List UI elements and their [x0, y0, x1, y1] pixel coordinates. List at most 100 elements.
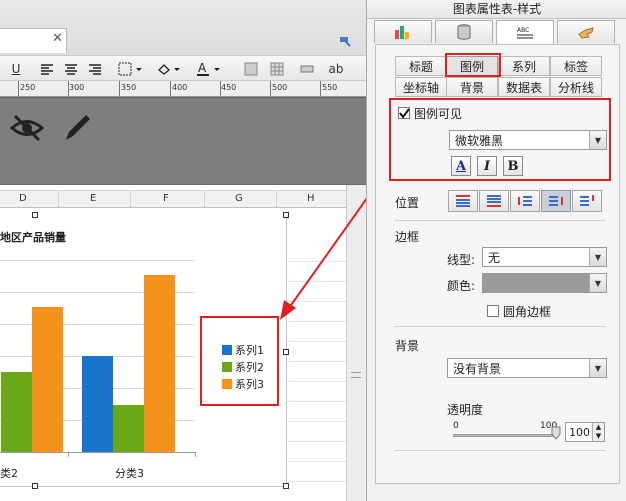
resize-handle[interactable]	[283, 483, 289, 489]
subtab-title[interactable]: 标题	[395, 56, 447, 76]
rounded-border-label: 圆角边框	[503, 305, 552, 319]
background-label: 背景	[395, 339, 420, 353]
chevron-down-icon: ▼	[589, 131, 606, 149]
transparency-value: 100	[569, 425, 590, 439]
svg-text:A: A	[198, 61, 207, 75]
column-header[interactable]: D	[19, 193, 27, 204]
position-label: 位置	[395, 196, 420, 210]
ruler: 250 300 350 400 450 500 550	[0, 81, 366, 97]
bar-系列1-分类3[interactable]	[82, 356, 113, 452]
legend-swatch	[222, 362, 232, 372]
border-dropdown-icon[interactable]	[116, 60, 146, 78]
format-toolbar: U A ab	[0, 55, 366, 81]
stepper-arrows-icon[interactable]: ▲ ▼	[592, 423, 604, 441]
tab-interaction[interactable]	[557, 20, 615, 43]
italic-button[interactable]: I	[477, 156, 497, 176]
abc-text-icon: ABC	[517, 27, 533, 38]
underline-button[interactable]: U	[7, 60, 25, 78]
chart-legend[interactable]: 系列1 系列2 系列3	[200, 316, 279, 406]
checkmark-icon	[399, 108, 410, 119]
border-label: 边框	[395, 230, 420, 244]
legend-swatch	[222, 379, 232, 389]
svg-text:ABC: ABC	[517, 27, 529, 34]
legend-label: 系列3	[235, 378, 264, 391]
font-select-value: 微软雅黑	[455, 133, 504, 148]
divider	[394, 220, 606, 221]
merge-cells-icon[interactable]	[298, 60, 316, 78]
rounded-border-checkbox[interactable]	[487, 305, 499, 317]
tab-style[interactable]: ABC	[496, 20, 554, 44]
column-header[interactable]: E	[90, 193, 96, 204]
ruler-mark: 550	[322, 83, 338, 92]
transparency-stepper[interactable]: 100 ▲ ▼	[565, 422, 605, 442]
highlight-box	[445, 53, 501, 77]
resize-handle[interactable]	[283, 349, 289, 355]
legend-right-icon	[549, 196, 563, 206]
font-color-icon[interactable]: A	[194, 60, 224, 78]
scrollbar-grip[interactable]	[351, 372, 361, 378]
hide-eye-icon[interactable]	[10, 113, 44, 143]
panel-main-tabs: ABC	[374, 19, 620, 44]
position-top-button[interactable]	[448, 190, 478, 212]
line-type-select[interactable]: 无 ▼	[482, 247, 607, 267]
divider	[394, 450, 606, 451]
subtab-datatable[interactable]: 数据表	[498, 77, 550, 97]
legend-font-select[interactable]: 微软雅黑 ▼	[449, 130, 607, 150]
background-select[interactable]: 没有背景 ▼	[447, 358, 607, 378]
chevron-down-icon: ▼	[589, 248, 606, 266]
table-grid-icon[interactable]	[268, 60, 286, 78]
font-color-button[interactable]: A	[451, 156, 471, 176]
cell-format-icon[interactable]	[242, 60, 260, 78]
subtab-axis[interactable]: 坐标轴	[395, 77, 447, 97]
align-left-icon[interactable]	[38, 60, 56, 78]
legend-top-icon	[456, 195, 470, 207]
bar-系列3-类2[interactable]	[32, 307, 63, 452]
position-top-right-button[interactable]	[572, 190, 602, 212]
legend-top-right-icon	[580, 195, 594, 206]
border-color-select[interactable]: ▼	[482, 273, 607, 293]
position-bottom-button[interactable]	[479, 190, 509, 212]
chart-properties-panel: 图表属性表-样式 ABC 标题 图例 系列 标签 坐标轴 背景 数据表 分析线 …	[366, 0, 626, 501]
subtab-series[interactable]: 系列	[498, 56, 550, 76]
align-right-icon[interactable]	[86, 60, 104, 78]
ruler-mark: 450	[221, 83, 237, 92]
tab-chart-style[interactable]	[374, 20, 432, 43]
slider-min-label: 0	[453, 421, 459, 431]
tab-data[interactable]	[435, 20, 493, 43]
chevron-down-icon: ▼	[589, 359, 606, 377]
pencil-icon[interactable]	[62, 112, 92, 144]
transparency-label: 透明度	[447, 403, 484, 417]
bar-系列2-类2[interactable]	[1, 372, 32, 452]
ruler-mark: 250	[20, 83, 36, 92]
resize-handle[interactable]	[32, 212, 38, 218]
column-header[interactable]: G	[235, 193, 243, 204]
legend-left-icon	[518, 196, 532, 206]
bar-系列2-分类3[interactable]	[113, 405, 144, 452]
database-icon	[457, 24, 471, 40]
fill-color-icon[interactable]	[154, 60, 184, 78]
pin-icon[interactable]	[338, 33, 352, 47]
x-tick-label: 分类3	[115, 467, 144, 480]
chart-style-icon	[395, 26, 409, 39]
legend-swatch	[222, 345, 232, 355]
position-right-button[interactable]	[541, 190, 571, 212]
position-left-button[interactable]	[510, 190, 540, 212]
transparency-slider[interactable]	[453, 434, 559, 437]
ruler-mark: 500	[272, 83, 288, 92]
close-tab-icon[interactable]: ✕	[52, 31, 63, 46]
align-center-icon[interactable]	[62, 60, 80, 78]
x-axis-line	[0, 452, 195, 453]
text-ab-button[interactable]: ab	[326, 60, 346, 78]
column-header[interactable]: F	[163, 193, 169, 204]
subtab-analysis-line[interactable]: 分析线	[550, 77, 602, 97]
legend-visible-checkbox[interactable]	[398, 107, 410, 119]
ruler-mark: 350	[121, 83, 137, 92]
line-type-label: 线型:	[447, 253, 476, 267]
subtab-labels[interactable]: 标签	[550, 56, 602, 76]
slider-thumb-icon[interactable]	[551, 426, 561, 440]
bold-button[interactable]: B	[503, 156, 523, 176]
bar-系列3-分类3[interactable]	[144, 275, 175, 452]
resize-handle[interactable]	[32, 483, 38, 489]
ruler-mark: 300	[69, 83, 85, 92]
subtab-background[interactable]: 背景	[446, 77, 498, 97]
